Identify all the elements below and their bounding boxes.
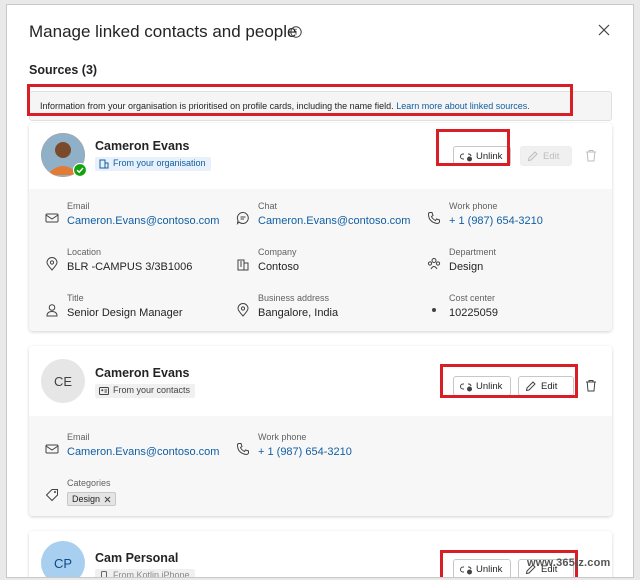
delete-icon[interactable] (585, 379, 597, 392)
source-tag: From your contacts (95, 384, 196, 398)
edit-label: Edit (541, 380, 558, 392)
card-header: CE Cameron Evans From your contacts Unli… (29, 346, 612, 416)
dot-icon (432, 308, 436, 312)
field-value: Design (449, 261, 484, 273)
email-link[interactable]: Cameron.Evans@contoso.com (67, 215, 219, 227)
field-label: Work phone (258, 432, 307, 442)
source-card-organisation: Cameron Evans From your organisation Unl… (29, 123, 612, 331)
field-value: Senior Design Manager (67, 307, 183, 319)
field-value: 10225059 (449, 307, 498, 319)
edit-label: Edit (543, 150, 560, 162)
presence-available-icon (73, 163, 87, 177)
edit-button[interactable]: Edit (520, 146, 572, 166)
dialog-title: Manage linked contacts and people (29, 22, 297, 41)
unlink-label: Unlink (476, 150, 503, 162)
source-tag-label: From your contacts (113, 385, 191, 395)
contact-name: Cam Personal (95, 551, 179, 565)
organisation-icon (99, 159, 109, 169)
source-tag: From Kotlin iPhone (95, 569, 195, 578)
phone-link[interactable]: + 1 (987) 654-3210 (449, 215, 543, 227)
building-icon (237, 259, 249, 271)
manage-linked-contacts-dialog: Manage linked contacts and people Source… (6, 4, 634, 578)
phone-icon (427, 212, 440, 225)
card-header: Cameron Evans From your organisation Unl… (29, 123, 612, 189)
unlink-icon (460, 153, 472, 162)
field-label: Categories (67, 478, 111, 488)
contact-card-icon (99, 387, 109, 395)
mail-icon (45, 213, 59, 223)
location-icon (237, 303, 249, 317)
unlink-label: Unlink (476, 380, 503, 392)
source-tag-label: From your organisation (113, 158, 206, 168)
pencil-icon (527, 151, 538, 162)
contact-name: Cameron Evans (95, 139, 190, 153)
remove-icon[interactable] (104, 496, 111, 503)
learn-more-link[interactable]: Learn more about linked sources. (396, 101, 530, 111)
field-label: Location (67, 247, 102, 257)
field-value: BLR -CAMPUS 3/3B1006 (67, 261, 193, 273)
pencil-icon (525, 381, 536, 392)
source-tag-label: From Kotlin iPhone (113, 570, 190, 578)
banner-text: Information from your organisation is pr… (40, 101, 394, 111)
field-label: Company (258, 247, 297, 257)
location-icon (46, 257, 58, 271)
sources-heading: Sources (3) (29, 63, 98, 77)
unlink-button[interactable]: Unlink (453, 559, 511, 577)
field-label: Work phone (449, 201, 498, 211)
phone-device-icon (101, 571, 107, 577)
field-value: Contoso (258, 261, 299, 273)
source-card-contacts: CE Cameron Evans From your contacts Unli… (29, 346, 612, 516)
field-label: Email (67, 432, 90, 442)
field-label: Email (67, 201, 90, 211)
field-label: Cost center (449, 293, 496, 303)
info-icon[interactable] (290, 26, 302, 38)
field-label: Business address (258, 293, 330, 303)
edit-button[interactable]: Edit (518, 376, 574, 396)
card-details: Email Cameron.Evans@contoso.com Work pho… (29, 416, 612, 516)
contact-name: Cameron Evans (95, 366, 190, 380)
category-chip-label: Design (72, 494, 101, 504)
field-label: Title (67, 293, 84, 303)
unlink-label: Unlink (476, 563, 503, 575)
unlink-button[interactable]: Unlink (453, 146, 511, 166)
tag-icon (45, 489, 58, 502)
watermark: www.365jz.com (527, 557, 611, 569)
unlink-icon (460, 383, 472, 392)
card-details: Email Cameron.Evans@contoso.com Chat Cam… (29, 189, 612, 331)
delete-icon[interactable] (585, 149, 597, 162)
avatar: CE (41, 359, 85, 403)
field-label: Department (449, 247, 497, 257)
people-icon (427, 258, 441, 270)
unlink-icon (460, 566, 472, 575)
field-value: Bangalore, India (258, 307, 339, 319)
unlink-button[interactable]: Unlink (453, 376, 511, 396)
mail-icon (45, 444, 59, 454)
email-link[interactable]: Cameron.Evans@contoso.com (67, 446, 219, 458)
field-label: Chat (258, 201, 278, 211)
source-tag: From your organisation (95, 157, 211, 171)
info-banner: Information from your organisation is pr… (29, 91, 612, 121)
person-icon (46, 304, 58, 317)
category-chip: Design (67, 492, 117, 506)
chat-link[interactable]: Cameron.Evans@contoso.com (258, 215, 410, 227)
card-header: CP Cam Personal From Kotlin iPhone Unlin… (29, 531, 612, 578)
phone-icon (236, 443, 249, 456)
phone-link[interactable]: + 1 (987) 654-3210 (258, 446, 352, 458)
chat-icon (236, 211, 249, 225)
close-icon[interactable] (597, 23, 611, 37)
avatar: CP (41, 541, 85, 577)
source-card-personal: CP Cam Personal From Kotlin iPhone Unlin… (29, 531, 612, 578)
